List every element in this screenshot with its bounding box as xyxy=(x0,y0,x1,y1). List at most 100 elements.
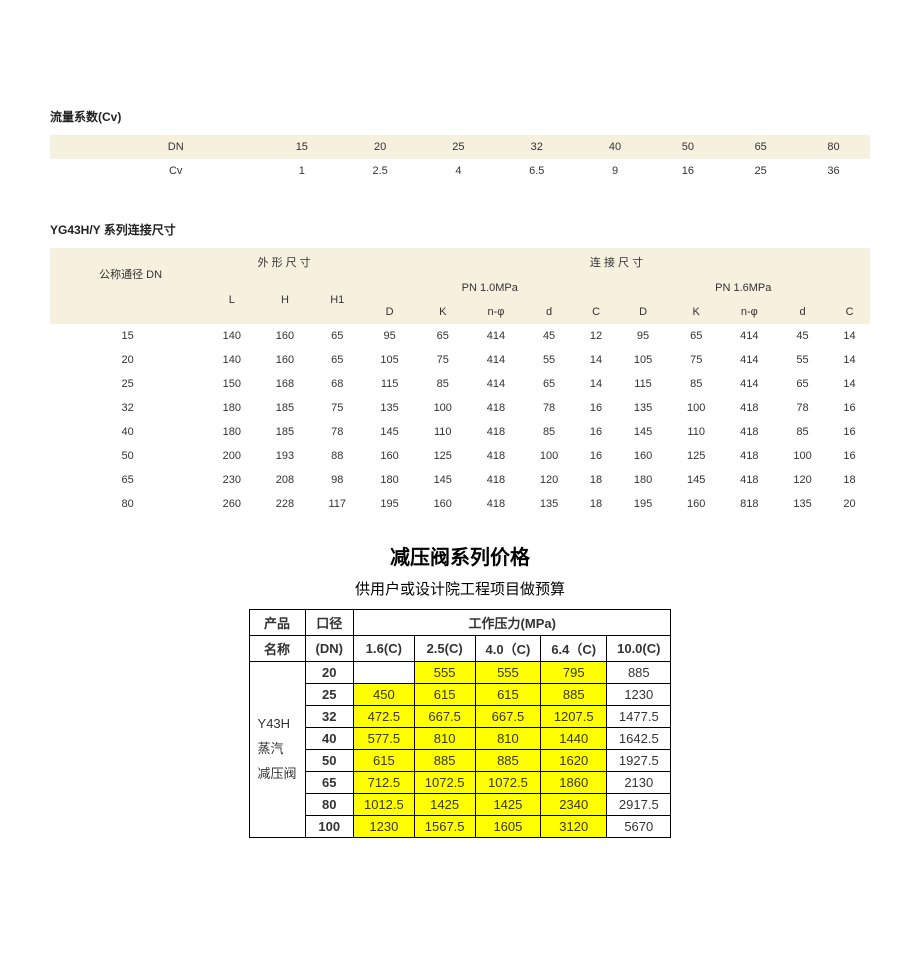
dim-cell: 80 xyxy=(50,492,205,516)
price-h-c5: 10.0(C) xyxy=(607,636,671,662)
dim-cell: 68 xyxy=(312,372,364,396)
dim-cell: 78 xyxy=(312,420,364,444)
dim-cell: 414 xyxy=(469,348,522,372)
table-row: 2515016868115854146514115854146514 xyxy=(50,372,870,396)
dim-cell: 105 xyxy=(616,348,669,372)
dim-cell: 160 xyxy=(258,324,311,348)
table-row: 10012301567.5160531205670 xyxy=(249,816,671,838)
dim-cell: 100 xyxy=(670,396,723,420)
dim-cell: 16 xyxy=(829,420,870,444)
cv-cell: Cv xyxy=(50,159,265,183)
dim-cell: 135 xyxy=(776,492,829,516)
table-row: 802602281171951604181351819516081813520 xyxy=(50,492,870,516)
dim-cell: 135 xyxy=(616,396,669,420)
price-cell: 885 xyxy=(414,750,475,772)
price-dn-cell: 20 xyxy=(305,662,353,684)
dim-cell: 418 xyxy=(469,420,522,444)
price-cell: 3120 xyxy=(541,816,607,838)
dim-cell: 418 xyxy=(469,492,522,516)
dim-cell: 135 xyxy=(363,396,416,420)
dim-cell: 16 xyxy=(829,396,870,420)
dim-cell: 418 xyxy=(723,444,776,468)
dim-cell: 65 xyxy=(670,324,723,348)
price-cell: 1207.5 xyxy=(541,706,607,728)
price-cell: 1012.5 xyxy=(353,794,414,816)
dim-cell: 168 xyxy=(258,372,311,396)
dim-col: d xyxy=(522,300,575,324)
price-cell: 1230 xyxy=(607,684,671,706)
table-row: 5061588588516201927.5 xyxy=(249,750,671,772)
dim-cell: 18 xyxy=(829,468,870,492)
dim-cell: 418 xyxy=(469,396,522,420)
cv-cell: 25 xyxy=(724,159,797,183)
dim-cell: 98 xyxy=(312,468,364,492)
table-row: 15140160659565414451295654144514 xyxy=(50,324,870,348)
cv-cell: 65 xyxy=(724,135,797,159)
dim-cell: 110 xyxy=(416,420,469,444)
price-title: 减压阀系列价格 xyxy=(50,541,870,570)
cv-cell: 32 xyxy=(495,135,579,159)
dim-cell: 125 xyxy=(670,444,723,468)
dim-cell: 414 xyxy=(723,324,776,348)
dim-cell: 14 xyxy=(576,348,617,372)
dim-cell: 65 xyxy=(522,372,575,396)
dim-cell: 160 xyxy=(616,444,669,468)
dim-cell: 45 xyxy=(522,324,575,348)
dim-cell: 100 xyxy=(416,396,469,420)
dim-cell: 195 xyxy=(616,492,669,516)
dim-cell: 418 xyxy=(469,468,522,492)
price-cell: 577.5 xyxy=(353,728,414,750)
dim-cell: 85 xyxy=(776,420,829,444)
dim-cell: 65 xyxy=(50,468,205,492)
price-cell xyxy=(353,662,414,684)
dim-cell: 50 xyxy=(50,444,205,468)
dim-cell: 160 xyxy=(670,492,723,516)
table-row: 801012.51425142523402917.5 xyxy=(249,794,671,816)
dim-cell: 414 xyxy=(469,372,522,396)
dim-cell: 14 xyxy=(829,324,870,348)
dim-cell: 117 xyxy=(312,492,364,516)
dim-header-1: 公称通径 DN 外 形 尺 寸 连 接 尺 寸 xyxy=(50,248,870,276)
price-cell: 615 xyxy=(353,750,414,772)
dim-col-h: H xyxy=(258,276,311,324)
dim-cell: 105 xyxy=(363,348,416,372)
dim-cell: 110 xyxy=(670,420,723,444)
price-cell: 1425 xyxy=(414,794,475,816)
dim-cell: 95 xyxy=(363,324,416,348)
dim-cell: 208 xyxy=(258,468,311,492)
dim-cell: 12 xyxy=(576,324,617,348)
dim-cell: 88 xyxy=(312,444,364,468)
price-table: 产品 口径 工作压力(MPa) 名称 (DN) 1.6(C) 2.5(C) 4.… xyxy=(249,609,672,838)
price-cell: 555 xyxy=(414,662,475,684)
dim-cell: 195 xyxy=(363,492,416,516)
price-h-name2: 名称 xyxy=(249,636,305,662)
cv-title: 流量系数(Cv) xyxy=(50,108,870,125)
cv-cell: 1 xyxy=(265,159,338,183)
price-cell: 5670 xyxy=(607,816,671,838)
table-row: 40577.581081014401642.5 xyxy=(249,728,671,750)
price-h-c1: 1.6(C) xyxy=(353,636,414,662)
price-cell: 712.5 xyxy=(353,772,414,794)
table-row: 65712.51072.51072.518602130 xyxy=(249,772,671,794)
dim-cell: 65 xyxy=(312,348,364,372)
dim-col: d xyxy=(776,300,829,324)
dim-cell: 65 xyxy=(416,324,469,348)
price-cell: 1072.5 xyxy=(475,772,541,794)
dim-cell: 14 xyxy=(829,348,870,372)
dim-cell: 185 xyxy=(258,420,311,444)
price-cell: 2340 xyxy=(541,794,607,816)
dim-dn-label: 公称通径 DN xyxy=(50,248,205,300)
dim-cell: 414 xyxy=(723,372,776,396)
dim-cell: 140 xyxy=(205,348,258,372)
price-sub: 供用户或设计院工程项目做预算 xyxy=(50,578,870,599)
dim-cell: 95 xyxy=(616,324,669,348)
dim-cell: 818 xyxy=(723,492,776,516)
dim-h2: 连 接 尺 寸 xyxy=(363,248,870,276)
dim-cell: 180 xyxy=(363,468,416,492)
dim-cell: 55 xyxy=(522,348,575,372)
cv-cell: 25 xyxy=(422,135,495,159)
cv-row-dn: DN 15 20 25 32 40 50 65 80 xyxy=(50,135,870,159)
dim-col: K xyxy=(416,300,469,324)
dim-col: D xyxy=(616,300,669,324)
dim-cell: 120 xyxy=(776,468,829,492)
